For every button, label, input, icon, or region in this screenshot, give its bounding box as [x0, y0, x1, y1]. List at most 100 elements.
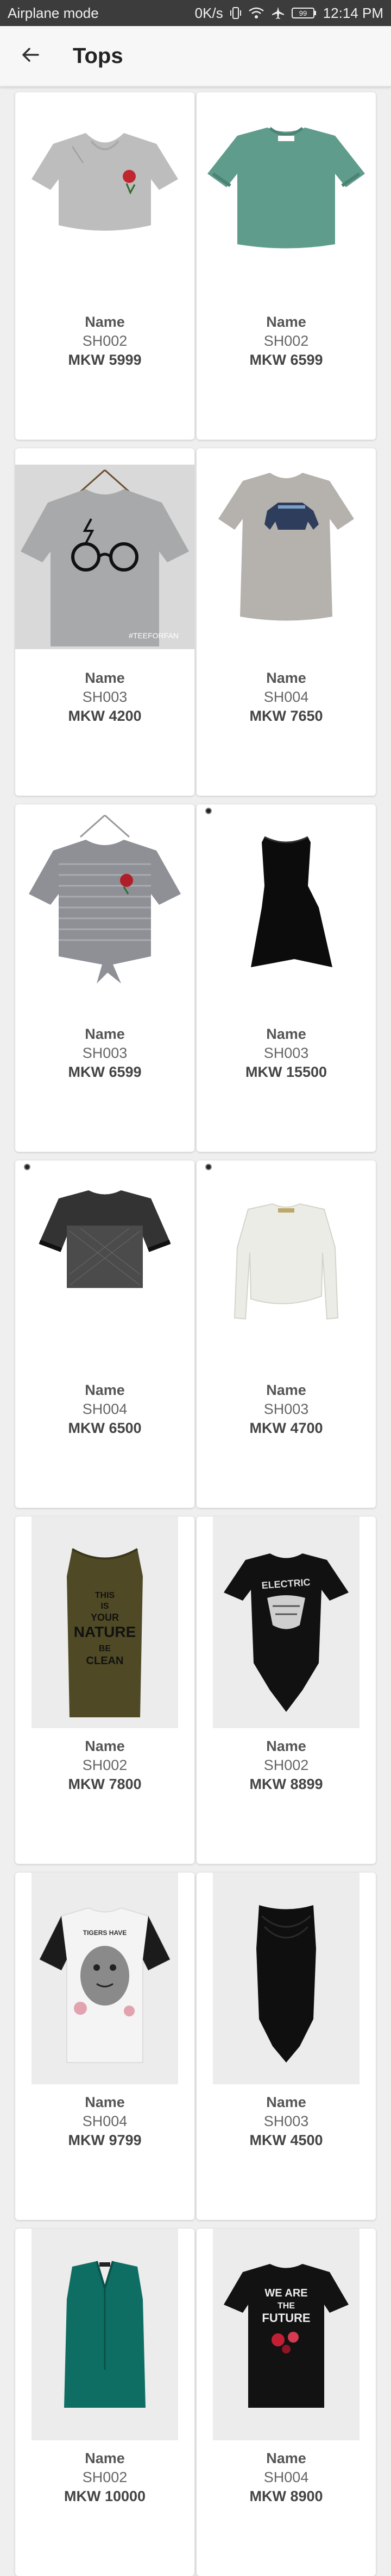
print-text: IS [100, 1602, 109, 1611]
product-code: SH002 [82, 1757, 128, 1773]
product-code: SH003 [82, 689, 128, 705]
product-price: MKW 5999 [68, 352, 142, 368]
product-code: SH004 [263, 689, 309, 705]
print-text: CLEAN [86, 1655, 124, 1667]
battery-icon: 99 [291, 7, 317, 20]
product-image-striped-top [15, 804, 194, 1016]
product-code: SH002 [82, 333, 128, 349]
product-card[interactable]: Name SH002 MKW 6599 [197, 92, 376, 440]
status-bar: Airplane mode 0K/s 99 12:14 PM [0, 0, 391, 26]
product-info: Name SH002 MKW 5999 [15, 314, 194, 369]
product-info: Name SH003 MKW 6599 [15, 1026, 194, 1081]
product-code: SH002 [82, 2469, 128, 2485]
arrow-left-icon [20, 44, 41, 68]
product-name: Name [266, 670, 306, 686]
wifi-icon [248, 7, 264, 20]
product-name: Name [266, 1026, 306, 1042]
product-card[interactable]: Name SH003 MKW 4700 [197, 1160, 376, 1508]
product-price: MKW 4500 [249, 2132, 323, 2148]
product-card[interactable]: Name SH004 MKW 7650 [197, 448, 376, 796]
product-name: Name [266, 2094, 306, 2110]
product-price: MKW 6599 [68, 1064, 142, 1080]
product-code: SH004 [263, 2469, 309, 2485]
product-info: Name SH003 MKW 4500 [197, 2094, 376, 2149]
product-info: Name SH004 MKW 6500 [15, 1382, 194, 1437]
product-price: MKW 4200 [68, 708, 142, 724]
print-text: FUTURE [262, 2311, 310, 2325]
product-price: MKW 7650 [249, 708, 323, 724]
product-info: Name SH002 MKW 6599 [197, 314, 376, 369]
product-name: Name [266, 2450, 306, 2466]
product-price: MKW 6599 [249, 352, 323, 368]
airplane-mode-label: Airplane mode [8, 4, 99, 21]
product-card[interactable]: Name SH004 MKW 6500 [15, 1160, 194, 1508]
clock: 12:14 PM [323, 4, 383, 21]
product-image-grey-tshirt-bear [197, 448, 376, 660]
product-info: Name SH002 MKW 10000 [15, 2450, 194, 2505]
product-card[interactable]: Name SH003 MKW 4500 [197, 1873, 376, 2220]
product-image-green-tshirt [197, 92, 376, 304]
product-card[interactable]: THIS IS YOUR NATURE BE CLEAN Name SH002 … [15, 1517, 194, 1864]
product-image-teal-blouse [31, 2229, 178, 2440]
product-image-black-future-tee: WE ARE THE FUTURE [213, 2229, 360, 2440]
product-info: Name SH004 MKW 9799 [15, 2094, 194, 2149]
product-name: Name [266, 1382, 306, 1398]
product-card[interactable]: Name SH002 MKW 10000 [15, 2229, 194, 2576]
product-price: MKW 6500 [68, 1420, 142, 1436]
product-card[interactable]: #TEEFORFAN Name SH003 MKW 4200 [15, 448, 194, 796]
print-text: NATURE [74, 1623, 136, 1640]
print-text: YOUR [91, 1612, 119, 1623]
product-info: Name SH003 MKW 4200 [15, 670, 194, 725]
product-name: Name [266, 1738, 306, 1754]
status-indicators: 0K/s 99 12:14 PM [195, 5, 383, 22]
product-image-white-tiger-tee: TIGERS HAVE [31, 1873, 178, 2084]
vibrate-icon [230, 6, 242, 20]
product-name: Name [266, 314, 306, 330]
product-code: SH004 [82, 1401, 128, 1417]
product-code: SH003 [263, 2113, 309, 2129]
product-image-black-mesh-top [15, 1160, 194, 1372]
product-card[interactable]: Name SH003 MKW 6599 [15, 804, 194, 1152]
print-text: BE [99, 1644, 111, 1653]
print-text: WE ARE [264, 2287, 307, 2299]
product-card[interactable]: Name SH003 MKW 15500 [197, 804, 376, 1152]
product-image-black-asymmetric-top [197, 804, 376, 1016]
print-text: THIS [95, 1591, 115, 1600]
product-code: SH003 [263, 1045, 309, 1061]
print-text: TIGERS HAVE [83, 1929, 127, 1937]
product-name: Name [85, 314, 125, 330]
print-text: THE [278, 2301, 295, 2311]
product-info: Name SH003 MKW 4700 [197, 1382, 376, 1437]
product-info: Name SH004 MKW 7650 [197, 670, 376, 725]
product-price: MKW 7800 [68, 1776, 142, 1792]
product-info: Name SH002 MKW 8899 [197, 1738, 376, 1793]
product-info: Name SH003 MKW 15500 [197, 1026, 376, 1081]
product-name: Name [85, 2094, 125, 2110]
product-price: MKW 8899 [249, 1776, 323, 1792]
product-image-khaki-tank: THIS IS YOUR NATURE BE CLEAN [31, 1517, 178, 1728]
product-code: SH004 [82, 2113, 128, 2129]
app-bar: Tops [0, 26, 391, 87]
product-card[interactable]: ELECTRIC Name SH002 MKW 8899 [197, 1517, 376, 1864]
product-price: MKW 10000 [64, 2488, 146, 2504]
product-code: SH002 [263, 1757, 309, 1773]
product-code: SH003 [82, 1045, 128, 1061]
product-name: Name [85, 1026, 125, 1042]
battery-level: 99 [299, 9, 306, 17]
product-name: Name [85, 2450, 125, 2466]
back-button[interactable] [0, 26, 61, 86]
product-name: Name [85, 1738, 125, 1754]
product-card[interactable]: Name SH002 MKW 5999 [15, 92, 194, 440]
page-title: Tops [73, 43, 123, 68]
product-code: SH003 [263, 1401, 309, 1417]
network-speed: 0K/s [194, 4, 223, 21]
product-image-black-cowl-bodysuit [213, 1873, 360, 2084]
product-code: SH002 [263, 333, 309, 349]
product-card[interactable]: TIGERS HAVE Name SH004 MKW 9799 [15, 1873, 194, 2220]
product-price: MKW 4700 [249, 1420, 323, 1436]
airplane-icon [271, 6, 285, 20]
product-name: Name [85, 670, 125, 686]
product-card[interactable]: WE ARE THE FUTURE Name SH004 MKW 8900 [197, 2229, 376, 2576]
product-price: MKW 9799 [68, 2132, 142, 2148]
product-info: Name SH002 MKW 7800 [15, 1738, 194, 1793]
